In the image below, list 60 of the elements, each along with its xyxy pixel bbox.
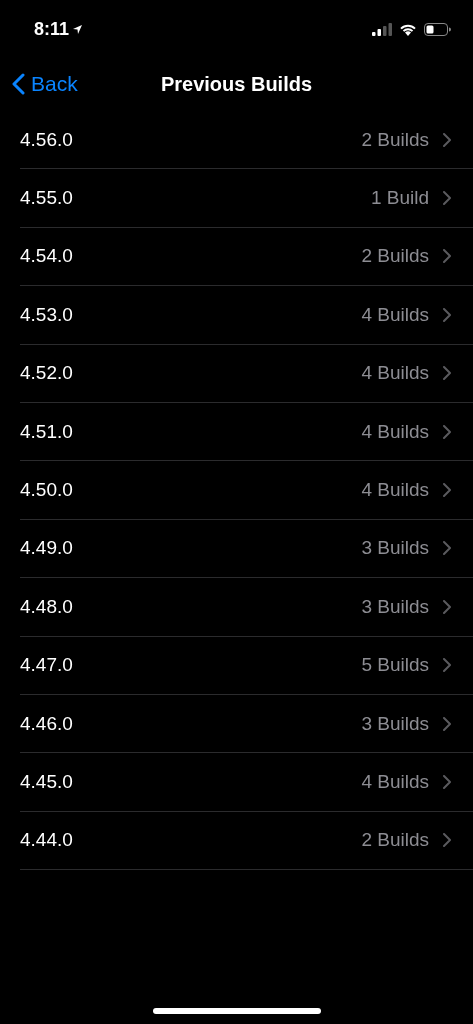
chevron-icon bbox=[443, 541, 451, 556]
build-count: 2 Builds bbox=[361, 829, 429, 852]
version-label: 4.55.0 bbox=[20, 187, 74, 210]
chevron-icon bbox=[443, 483, 451, 498]
chevron-icon bbox=[443, 658, 451, 673]
build-row[interactable]: 4.51.0 4 Builds bbox=[20, 402, 473, 462]
chevron-icon bbox=[443, 191, 451, 206]
chevron-icon bbox=[443, 132, 451, 147]
chevron-icon bbox=[443, 833, 451, 848]
version-label: 4.50.0 bbox=[20, 479, 74, 502]
build-row[interactable]: 4.54.0 2 Builds bbox=[20, 227, 473, 287]
build-count: 4 Builds bbox=[361, 479, 429, 502]
build-row[interactable]: 4.49.0 3 Builds bbox=[20, 519, 473, 579]
build-row[interactable]: 4.45.0 4 Builds bbox=[20, 753, 473, 812]
chevron-icon bbox=[443, 775, 451, 789]
build-count: 1 Build bbox=[370, 187, 429, 210]
build-count: 4 Builds bbox=[361, 420, 429, 443]
build-row[interactable]: 4.44.0 2 Builds bbox=[20, 811, 473, 871]
version-label: 4.56.0 bbox=[20, 128, 74, 151]
build-row[interactable]: 4.55.0 1 Build bbox=[20, 169, 473, 228]
build-count: 5 Builds bbox=[361, 654, 429, 677]
version-label: 4.51.0 bbox=[20, 420, 74, 443]
build-count: 2 Builds bbox=[361, 245, 429, 268]
build-row[interactable]: 4.52.0 4 Builds bbox=[20, 344, 473, 403]
version-label: 4.54.0 bbox=[20, 245, 74, 268]
build-row[interactable]: 4.48.0 3 Builds bbox=[20, 578, 473, 637]
location-icon bbox=[72, 23, 84, 35]
build-count: 4 Builds bbox=[361, 771, 429, 793]
status-time: 8:11 bbox=[34, 18, 70, 40]
version-label: 4.44.0 bbox=[20, 829, 74, 852]
back-button[interactable]: Back bbox=[10, 68, 80, 100]
version-label: 4.48.0 bbox=[20, 595, 74, 618]
build-count: 4 Builds bbox=[361, 303, 429, 326]
version-label: 4.46.0 bbox=[20, 712, 74, 735]
chevron-icon bbox=[443, 424, 451, 439]
build-count: 3 Builds bbox=[361, 595, 429, 618]
build-row[interactable]: 4.47.0 5 Builds bbox=[20, 636, 473, 695]
nav-title: Previous Builds bbox=[160, 72, 313, 96]
build-count: 3 Builds bbox=[361, 712, 429, 735]
chevron-icon bbox=[443, 599, 451, 614]
build-count: 3 Builds bbox=[361, 537, 429, 560]
version-label: 4.47.0 bbox=[20, 654, 74, 677]
version-label: 4.53.0 bbox=[20, 303, 74, 326]
battery-icon bbox=[424, 22, 451, 36]
version-label: 4.45.0 bbox=[20, 771, 74, 793]
wifi-icon bbox=[399, 22, 417, 36]
signal-icon bbox=[372, 22, 392, 36]
build-row[interactable]: 4.46.0 3 Builds bbox=[20, 694, 473, 754]
build-count: 2 Builds bbox=[361, 128, 429, 151]
chevron-icon bbox=[443, 716, 451, 731]
build-row[interactable]: 4.56.0 2 Builds bbox=[20, 111, 473, 170]
chevron-icon bbox=[443, 249, 451, 264]
version-label: 4.49.0 bbox=[20, 537, 74, 560]
build-count: 4 Builds bbox=[361, 362, 429, 385]
version-label: 4.52.0 bbox=[20, 362, 74, 385]
build-row[interactable]: 4.50.0 4 Builds bbox=[20, 461, 473, 520]
build-row[interactable]: 4.53.0 4 Builds bbox=[20, 286, 473, 345]
chevron-icon bbox=[443, 307, 451, 322]
chevron-icon bbox=[443, 366, 451, 381]
back-chevron-icon bbox=[12, 73, 25, 95]
